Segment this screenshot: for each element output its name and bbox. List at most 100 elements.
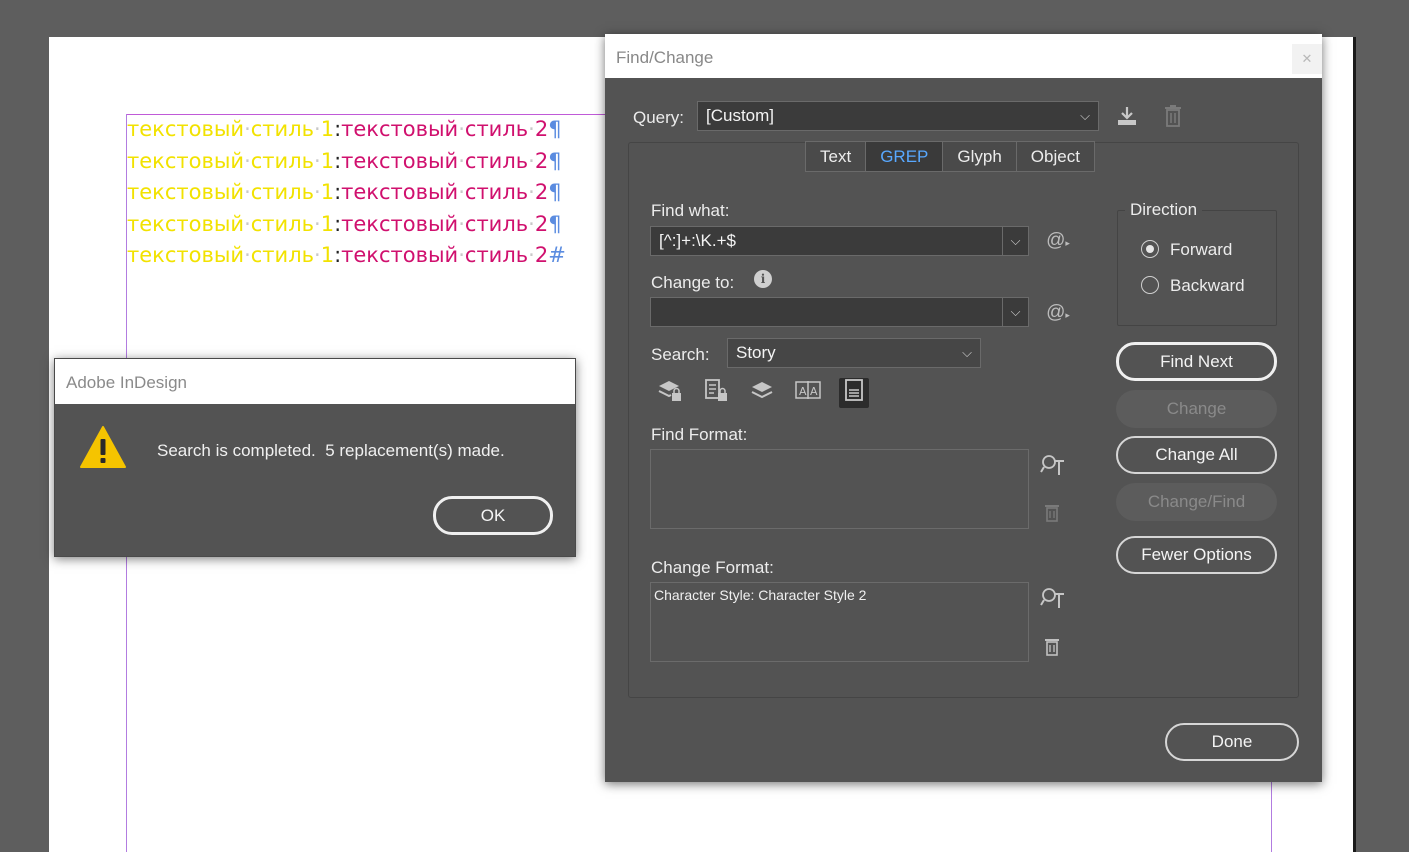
warning-icon (79, 425, 127, 474)
clear-format-icon[interactable] (1042, 503, 1062, 525)
tab-text[interactable]: Text (806, 142, 867, 171)
alert-dialog: Adobe InDesign Search is completed. 5 re… (54, 358, 576, 557)
text-line: текстовый·стиль·1:текстовый·стиль·2# (127, 243, 566, 268)
query-dropdown[interactable]: [Custom] ⌵ (697, 101, 1099, 131)
find-next-button[interactable]: Find Next (1116, 342, 1277, 381)
ok-button[interactable]: OK (433, 496, 553, 535)
word: текстовый (127, 243, 245, 268)
word: стиль (250, 148, 314, 173)
change-format-box[interactable]: Character Style: Character Style 2 (650, 582, 1029, 662)
word: стиль (464, 117, 529, 141)
change-to-input[interactable]: ⌵ (650, 297, 1029, 327)
word: 1 (320, 211, 335, 236)
find-format-box[interactable] (650, 449, 1029, 529)
word: стиль (250, 243, 314, 268)
word: 1 (320, 180, 335, 205)
find-format-label: Find Format: (651, 425, 748, 444)
dialog-title[interactable]: Find/Change (605, 34, 1322, 78)
trash-icon[interactable] (1161, 104, 1185, 130)
word: 2 (534, 117, 549, 141)
text-line: текстовый·стиль·1:текстовый·стиль·2¶ (127, 148, 562, 173)
specify-attributes-icon[interactable] (1040, 453, 1066, 477)
query-value: [Custom] (706, 106, 775, 125)
direction-forward-label[interactable]: Forward (1170, 240, 1232, 260)
chevron-down-icon[interactable]: ⌵ (1002, 227, 1028, 255)
word: текстовый (341, 211, 459, 236)
word: 2 (534, 148, 549, 173)
paragraph-mark: ¶ (548, 211, 562, 236)
word: 1 (320, 117, 335, 141)
done-button[interactable]: Done (1165, 723, 1299, 761)
find-what-input[interactable]: [^:]+:\K.+$ ⌵ (650, 226, 1029, 256)
tab-object[interactable]: Object (1016, 142, 1094, 171)
word: текстовый (127, 180, 245, 205)
paragraph-mark: ¶ (548, 180, 562, 205)
find-what-label: Find what: (651, 201, 730, 220)
search-scope-dropdown[interactable]: Story ⌵ (727, 338, 981, 368)
word: текстовый (127, 117, 245, 141)
change-find-button[interactable]: Change/Find (1116, 483, 1277, 521)
info-icon: i (754, 270, 772, 288)
svg-text:A: A (810, 385, 818, 398)
change-all-button[interactable]: Change All (1116, 436, 1277, 474)
footnotes-icon[interactable] (839, 378, 869, 408)
word: текстовый (341, 117, 459, 141)
word: стиль (464, 148, 529, 173)
word: текстовый (341, 148, 459, 173)
clear-format-icon[interactable] (1042, 637, 1062, 659)
special-characters-icon[interactable]: @▸ (1043, 302, 1073, 326)
word: стиль (250, 211, 314, 236)
locked-stories-icon[interactable] (701, 378, 731, 408)
end-of-story-mark: # (548, 243, 566, 268)
find-change-dialog: Find/Change ✕ Query: [Custom] ⌵ Text GRE… (605, 34, 1322, 782)
page-shadow (1353, 37, 1356, 852)
word: стиль (250, 180, 314, 205)
tab-grep[interactable]: GREP (866, 142, 944, 171)
hidden-layers-icon[interactable] (747, 378, 777, 408)
paragraph-mark: ¶ (548, 148, 562, 173)
chevron-down-icon[interactable]: ⌵ (1002, 298, 1028, 326)
word: текстовый (127, 211, 245, 236)
direction-backward-radio[interactable] (1141, 276, 1159, 294)
specify-attributes-icon[interactable] (1040, 586, 1066, 610)
save-query-icon[interactable] (1115, 104, 1139, 130)
word: стиль (250, 117, 314, 141)
word: 1 (320, 148, 335, 173)
paragraph-mark: ¶ (548, 117, 562, 141)
search-label: Search: (651, 345, 710, 364)
word: 1 (320, 243, 335, 268)
special-characters-icon[interactable]: @▸ (1043, 230, 1073, 254)
svg-text:A: A (799, 385, 807, 398)
word: 2 (534, 243, 549, 268)
direction-title: Direction (1125, 200, 1203, 220)
search-scope-value: Story (736, 343, 776, 362)
close-icon[interactable]: ✕ (1292, 44, 1322, 74)
text-line: текстовый·стиль·1:текстовый·стиль·2¶ (127, 180, 562, 205)
case-sensitive-icon[interactable]: AA (793, 378, 823, 408)
change-button[interactable]: Change (1116, 390, 1277, 428)
text-line: текстовый·стиль·1:текстовый·стиль·2¶ (127, 117, 562, 141)
text-frame[interactable]: текстовый·стиль·1:текстовый·стиль·2¶ тек… (127, 114, 566, 272)
word: текстовый (127, 148, 245, 173)
change-format-label: Change Format: (651, 558, 774, 577)
tab-glyph[interactable]: Glyph (943, 142, 1017, 171)
word: стиль (464, 180, 529, 205)
search-type-tabs: Text GREP Glyph Object (805, 141, 1095, 172)
alert-title[interactable]: Adobe InDesign (55, 359, 575, 404)
word: стиль (464, 243, 529, 268)
text-line: текстовый·стиль·1:текстовый·стиль·2¶ (127, 211, 562, 236)
word: 2 (534, 211, 549, 236)
word: стиль (464, 211, 529, 236)
word: 2 (534, 180, 549, 205)
margin-guide-right (1271, 780, 1272, 852)
alert-message: Search is completed. 5 replacement(s) ma… (157, 441, 505, 460)
direction-forward-radio[interactable] (1141, 240, 1159, 258)
direction-group (1117, 210, 1277, 326)
direction-backward-label[interactable]: Backward (1170, 276, 1245, 296)
fewer-options-button[interactable]: Fewer Options (1116, 536, 1277, 574)
query-label: Query: (633, 108, 685, 127)
word: текстовый (341, 180, 459, 205)
locked-layers-icon[interactable] (655, 378, 685, 408)
chevron-down-icon: ⌵ (962, 345, 972, 360)
chevron-down-icon: ⌵ (1080, 108, 1090, 123)
